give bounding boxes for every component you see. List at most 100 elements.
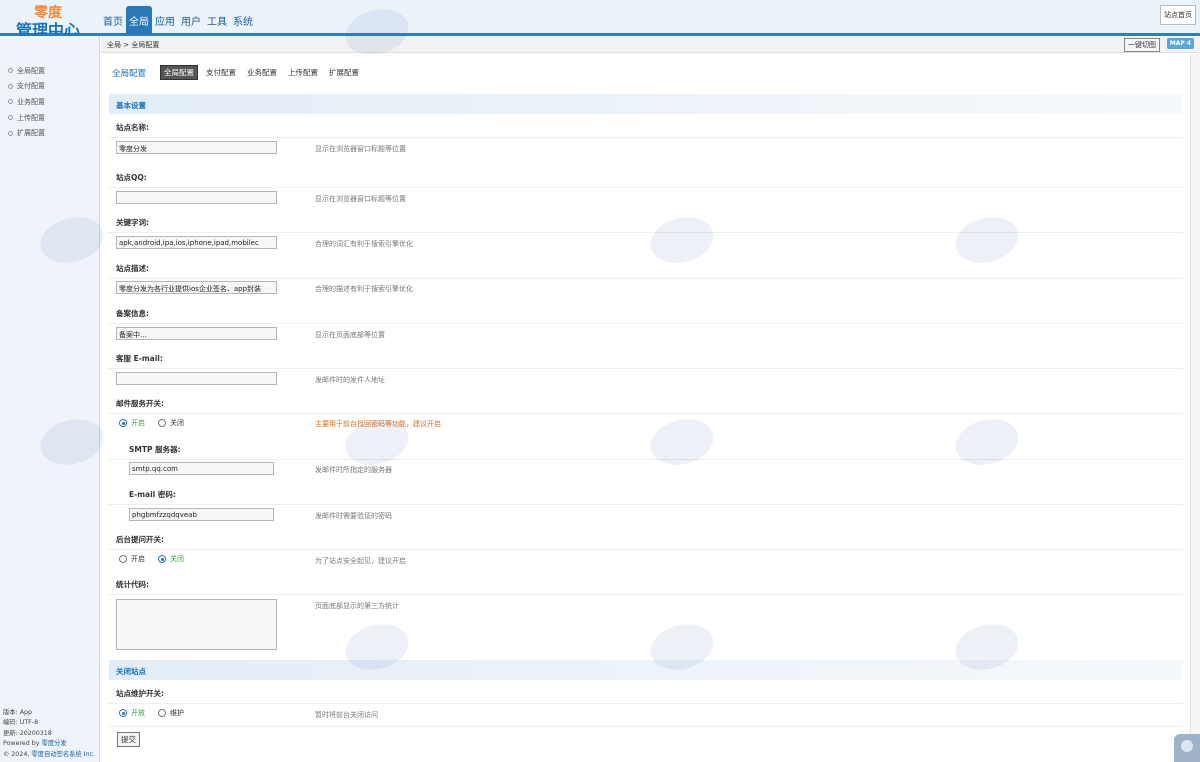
section-close-title: 关闭站点: [116, 667, 146, 676]
admin-question-label: 后台提问开关:: [116, 535, 164, 544]
divider: [109, 232, 1183, 233]
icp-input[interactable]: 备案中...: [116, 327, 277, 340]
divider: [109, 504, 1183, 505]
sidebar-footer: 版本: App 编码: UTF-8 更新: 20200318 Powered b…: [3, 708, 95, 761]
version-text: 版本: App: [3, 708, 33, 716]
mail-switch-label: 邮件服务开关:: [116, 399, 164, 408]
site-qq-label: 站点QQ:: [116, 173, 147, 182]
section-basic-title: 基本设置: [116, 101, 146, 110]
mail-on-label: 开启: [131, 419, 145, 427]
bullet-icon: [8, 83, 13, 89]
sidebar-item-upload[interactable]: 上传配置: [8, 110, 99, 126]
site-name-input[interactable]: 零度分发: [116, 141, 277, 154]
site-qq-hint: 显示在浏览器窗口标题等位置: [315, 195, 406, 203]
smtp-hint: 发邮件时所指定的服务器: [315, 466, 392, 474]
smtp-input[interactable]: smtp.qq.com: [129, 462, 274, 475]
nav-users[interactable]: 用户: [178, 6, 204, 34]
copyright: © 2024, 零度自动签名系统 Inc.: [3, 750, 95, 761]
bullet-icon: [8, 68, 13, 74]
sidebar-menu: 全局配置 支付配置 业务配置 上传配置 扩展配置: [0, 63, 99, 141]
submit-button[interactable]: 提交: [117, 732, 140, 747]
admin-question-hint: 为了站点安全起见，建议开启: [315, 557, 406, 565]
admin-question-off-radio[interactable]: [158, 555, 166, 563]
bullet-icon: [8, 115, 13, 121]
smtp-label: SMTP 服务器:: [129, 445, 181, 454]
nav-system[interactable]: 系统: [230, 6, 256, 34]
sidebar-item-label: 支付配置: [17, 82, 45, 91]
site-home-button[interactable]: 站点首页: [1160, 5, 1196, 25]
maintenance-close-label: 维护: [170, 709, 184, 717]
sidebar-item-global[interactable]: 全局配置: [8, 63, 99, 79]
mail-switch-hint: 主要用于前台找回密码等功能，建议开启: [315, 420, 441, 428]
divider: [109, 703, 1183, 704]
divider: [109, 137, 1183, 138]
site-name-hint: 显示在浏览器窗口标题等位置: [315, 145, 406, 153]
icp-label: 备案信息:: [116, 309, 149, 318]
maintenance-label: 站点维护开关:: [116, 689, 164, 698]
site-qq-input[interactable]: [116, 191, 277, 204]
stats-code-hint: 页面底部显示的第三方统计: [315, 602, 399, 610]
admin-question-off-label: 关闭: [170, 555, 184, 563]
mail-off-label: 关闭: [170, 419, 184, 427]
page-title: 全局配置: [112, 68, 147, 79]
sidebar-item-business[interactable]: 业务配置: [8, 94, 99, 110]
sidebar-item-payment[interactable]: 支付配置: [8, 79, 99, 95]
main-content: 全局配置 全局配置 支付配置 业务配置 上传配置 扩展配置 基本设置 站点名称:…: [101, 54, 1189, 762]
keywords-input[interactable]: apk,android,ipa,ios,iphone,ipad,mobilec: [116, 236, 277, 249]
stats-code-textarea[interactable]: [116, 599, 277, 650]
map-button[interactable]: MAP 4: [1166, 38, 1194, 49]
nav-global[interactable]: 全局: [126, 6, 152, 34]
service-email-label: 客服 E-mail:: [116, 354, 163, 363]
keywords-hint: 合理的词汇有利于搜索引擎优化: [315, 240, 413, 248]
description-hint: 合理的描述有利于搜索引擎优化: [315, 285, 413, 293]
avatar[interactable]: [1174, 734, 1200, 762]
mail-off-radio[interactable]: [158, 419, 166, 427]
scrollbar[interactable]: [1190, 54, 1200, 762]
section-basic: 基本设置: [109, 94, 1183, 114]
sidebar-item-label: 业务配置: [17, 97, 45, 106]
tab-global[interactable]: 全局配置: [160, 65, 199, 80]
nav-tools[interactable]: 工具: [204, 6, 230, 34]
encoding-text: 编码: UTF-8: [3, 719, 39, 726]
bullet-icon: [8, 130, 13, 136]
mail-switch-radios: 开启 关闭: [119, 418, 184, 428]
admin-question-on-radio[interactable]: [119, 555, 127, 563]
logo-line1: 零度: [34, 5, 62, 21]
maintenance-hint: 暂时将前台关闭访问: [315, 711, 378, 719]
sidebar-item-label: 全局配置: [17, 66, 45, 75]
divider: [109, 368, 1183, 369]
description-input[interactable]: 零度分发为各行业提供ios企业签名、app封装: [116, 281, 277, 294]
bullet-icon: [8, 99, 13, 105]
email-password-input[interactable]: phgbmfzzqdqveab: [129, 508, 274, 521]
tab-extension[interactable]: 扩展配置: [326, 66, 362, 79]
tab-upload[interactable]: 上传配置: [285, 66, 321, 79]
copyright-link[interactable]: 零度自动签名系统 Inc.: [31, 751, 95, 758]
onekey-button[interactable]: 一键切图: [1124, 38, 1160, 52]
nav-apps[interactable]: 应用: [152, 6, 178, 34]
divider: [109, 549, 1183, 550]
powered-link[interactable]: 零度分发: [42, 740, 67, 747]
site-name-label: 站点名称:: [116, 123, 149, 132]
maintenance-open-radio[interactable]: [119, 709, 127, 717]
nav-home[interactable]: 首页: [100, 6, 126, 34]
email-password-hint: 发邮件时需要验证的密码: [315, 512, 392, 520]
divider: [109, 594, 1183, 595]
mail-on-radio[interactable]: [119, 419, 127, 427]
tab-business[interactable]: 业务配置: [244, 66, 280, 79]
service-email-input[interactable]: [116, 372, 277, 385]
divider: [109, 278, 1183, 279]
tab-payment[interactable]: 支付配置: [203, 66, 239, 79]
powered-prefix: Powered by: [3, 740, 40, 747]
service-email-hint: 发邮件时的发件人地址: [315, 376, 385, 384]
sidebar-item-extension[interactable]: 扩展配置: [8, 125, 99, 141]
updated-text: 更新: 20200318: [3, 729, 52, 737]
maintenance-radios: 开放 维护: [119, 708, 184, 718]
stats-code-label: 统计代码:: [116, 580, 149, 589]
powered-by: Powered by 零度分发: [3, 739, 95, 750]
keywords-label: 关键字词:: [116, 218, 149, 227]
divider: [109, 459, 1183, 460]
divider: [109, 187, 1183, 188]
maintenance-close-radio[interactable]: [158, 709, 166, 717]
sidebar-item-label: 上传配置: [17, 113, 45, 122]
top-header: 零度 管理中心 首页 全局 应用 用户 工具 系统 站点首页: [0, 0, 1200, 39]
